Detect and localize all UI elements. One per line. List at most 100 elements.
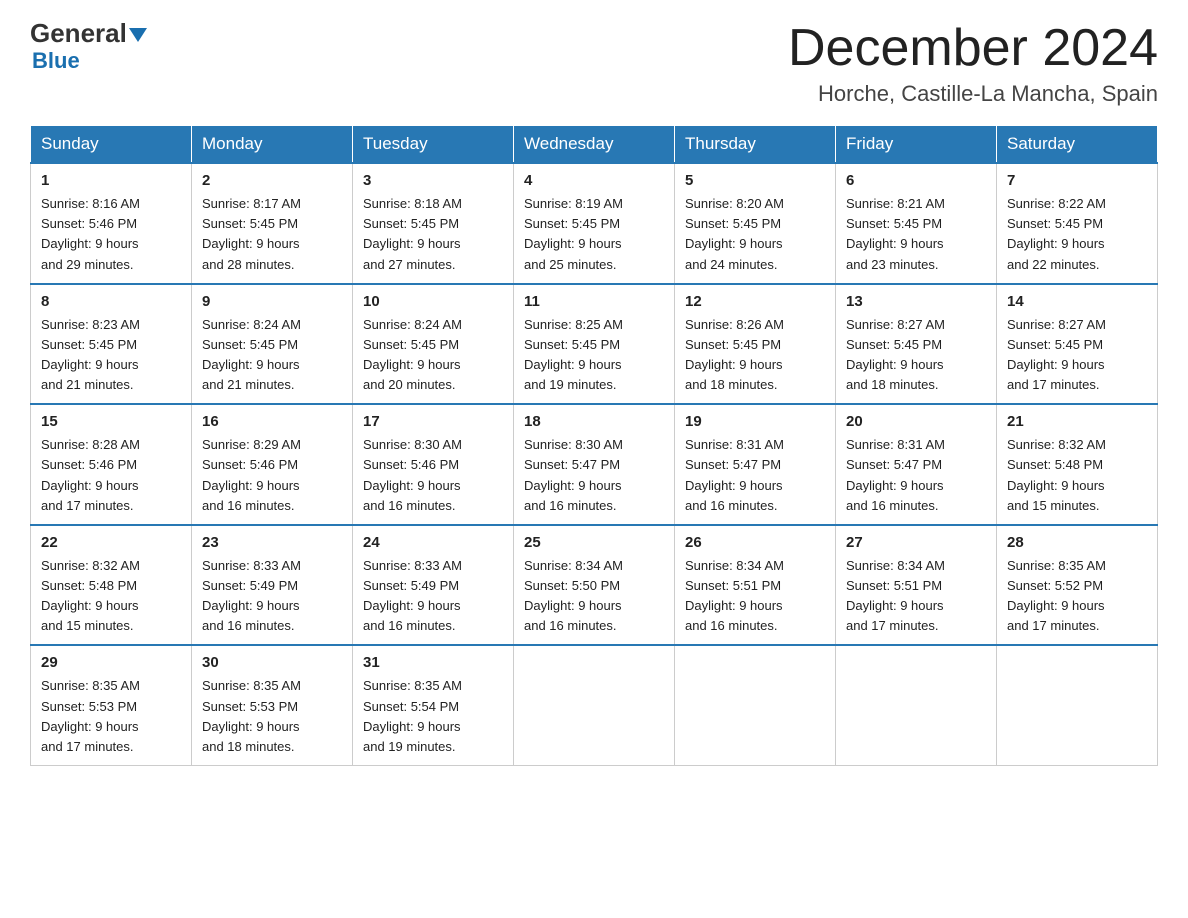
calendar-cell: 25 Sunrise: 8:34 AM Sunset: 5:50 PM Dayl… — [514, 525, 675, 646]
day-info: Sunrise: 8:35 AM Sunset: 5:53 PM Dayligh… — [202, 676, 342, 757]
day-number: 23 — [202, 534, 342, 551]
calendar-cell: 7 Sunrise: 8:22 AM Sunset: 5:45 PM Dayli… — [997, 163, 1158, 284]
day-info: Sunrise: 8:16 AM Sunset: 5:46 PM Dayligh… — [41, 194, 181, 275]
day-info: Sunrise: 8:27 AM Sunset: 5:45 PM Dayligh… — [1007, 315, 1147, 396]
calendar-cell: 24 Sunrise: 8:33 AM Sunset: 5:49 PM Dayl… — [353, 525, 514, 646]
calendar-cell: 20 Sunrise: 8:31 AM Sunset: 5:47 PM Dayl… — [836, 404, 997, 525]
day-number: 7 — [1007, 172, 1147, 189]
day-number: 9 — [202, 293, 342, 310]
day-number: 21 — [1007, 413, 1147, 430]
calendar-cell: 11 Sunrise: 8:25 AM Sunset: 5:45 PM Dayl… — [514, 284, 675, 405]
day-info: Sunrise: 8:21 AM Sunset: 5:45 PM Dayligh… — [846, 194, 986, 275]
calendar-week-row: 1 Sunrise: 8:16 AM Sunset: 5:46 PM Dayli… — [31, 163, 1158, 284]
day-info: Sunrise: 8:24 AM Sunset: 5:45 PM Dayligh… — [202, 315, 342, 396]
calendar-cell: 1 Sunrise: 8:16 AM Sunset: 5:46 PM Dayli… — [31, 163, 192, 284]
day-number: 13 — [846, 293, 986, 310]
col-friday: Friday — [836, 126, 997, 164]
day-number: 20 — [846, 413, 986, 430]
calendar-cell: 12 Sunrise: 8:26 AM Sunset: 5:45 PM Dayl… — [675, 284, 836, 405]
day-info: Sunrise: 8:35 AM Sunset: 5:53 PM Dayligh… — [41, 676, 181, 757]
day-number: 6 — [846, 172, 986, 189]
day-info: Sunrise: 8:30 AM Sunset: 5:47 PM Dayligh… — [524, 435, 664, 516]
calendar-cell: 4 Sunrise: 8:19 AM Sunset: 5:45 PM Dayli… — [514, 163, 675, 284]
title-area: December 2024 Horche, Castille-La Mancha… — [788, 20, 1158, 107]
calendar-cell: 28 Sunrise: 8:35 AM Sunset: 5:52 PM Dayl… — [997, 525, 1158, 646]
location-title: Horche, Castille-La Mancha, Spain — [788, 81, 1158, 107]
calendar-cell: 26 Sunrise: 8:34 AM Sunset: 5:51 PM Dayl… — [675, 525, 836, 646]
calendar-cell: 6 Sunrise: 8:21 AM Sunset: 5:45 PM Dayli… — [836, 163, 997, 284]
calendar-cell: 30 Sunrise: 8:35 AM Sunset: 5:53 PM Dayl… — [192, 645, 353, 765]
calendar-cell: 8 Sunrise: 8:23 AM Sunset: 5:45 PM Dayli… — [31, 284, 192, 405]
logo-text-line2: Blue — [30, 48, 80, 74]
calendar-cell: 13 Sunrise: 8:27 AM Sunset: 5:45 PM Dayl… — [836, 284, 997, 405]
day-info: Sunrise: 8:27 AM Sunset: 5:45 PM Dayligh… — [846, 315, 986, 396]
day-info: Sunrise: 8:18 AM Sunset: 5:45 PM Dayligh… — [363, 194, 503, 275]
day-info: Sunrise: 8:31 AM Sunset: 5:47 PM Dayligh… — [846, 435, 986, 516]
day-info: Sunrise: 8:22 AM Sunset: 5:45 PM Dayligh… — [1007, 194, 1147, 275]
day-number: 22 — [41, 534, 181, 551]
calendar-week-row: 15 Sunrise: 8:28 AM Sunset: 5:46 PM Dayl… — [31, 404, 1158, 525]
calendar-week-row: 8 Sunrise: 8:23 AM Sunset: 5:45 PM Dayli… — [31, 284, 1158, 405]
calendar-cell: 14 Sunrise: 8:27 AM Sunset: 5:45 PM Dayl… — [997, 284, 1158, 405]
month-title: December 2024 — [788, 20, 1158, 77]
day-info: Sunrise: 8:33 AM Sunset: 5:49 PM Dayligh… — [202, 556, 342, 637]
calendar-cell: 29 Sunrise: 8:35 AM Sunset: 5:53 PM Dayl… — [31, 645, 192, 765]
day-number: 5 — [685, 172, 825, 189]
day-info: Sunrise: 8:34 AM Sunset: 5:51 PM Dayligh… — [846, 556, 986, 637]
calendar-cell: 2 Sunrise: 8:17 AM Sunset: 5:45 PM Dayli… — [192, 163, 353, 284]
day-info: Sunrise: 8:32 AM Sunset: 5:48 PM Dayligh… — [41, 556, 181, 637]
day-number: 1 — [41, 172, 181, 189]
day-info: Sunrise: 8:24 AM Sunset: 5:45 PM Dayligh… — [363, 315, 503, 396]
day-info: Sunrise: 8:30 AM Sunset: 5:46 PM Dayligh… — [363, 435, 503, 516]
calendar-cell: 22 Sunrise: 8:32 AM Sunset: 5:48 PM Dayl… — [31, 525, 192, 646]
calendar-week-row: 22 Sunrise: 8:32 AM Sunset: 5:48 PM Dayl… — [31, 525, 1158, 646]
day-number: 14 — [1007, 293, 1147, 310]
calendar-cell: 16 Sunrise: 8:29 AM Sunset: 5:46 PM Dayl… — [192, 404, 353, 525]
day-number: 12 — [685, 293, 825, 310]
day-number: 31 — [363, 654, 503, 671]
day-info: Sunrise: 8:35 AM Sunset: 5:52 PM Dayligh… — [1007, 556, 1147, 637]
day-info: Sunrise: 8:32 AM Sunset: 5:48 PM Dayligh… — [1007, 435, 1147, 516]
day-number: 28 — [1007, 534, 1147, 551]
calendar-cell — [836, 645, 997, 765]
calendar-cell — [514, 645, 675, 765]
day-number: 11 — [524, 293, 664, 310]
col-monday: Monday — [192, 126, 353, 164]
day-number: 2 — [202, 172, 342, 189]
day-number: 24 — [363, 534, 503, 551]
day-number: 10 — [363, 293, 503, 310]
day-info: Sunrise: 8:19 AM Sunset: 5:45 PM Dayligh… — [524, 194, 664, 275]
day-info: Sunrise: 8:28 AM Sunset: 5:46 PM Dayligh… — [41, 435, 181, 516]
day-info: Sunrise: 8:33 AM Sunset: 5:49 PM Dayligh… — [363, 556, 503, 637]
day-info: Sunrise: 8:23 AM Sunset: 5:45 PM Dayligh… — [41, 315, 181, 396]
col-saturday: Saturday — [997, 126, 1158, 164]
day-header-row: Sunday Monday Tuesday Wednesday Thursday… — [31, 126, 1158, 164]
calendar-cell: 27 Sunrise: 8:34 AM Sunset: 5:51 PM Dayl… — [836, 525, 997, 646]
day-number: 18 — [524, 413, 664, 430]
logo-text-line1: General — [30, 20, 147, 46]
day-number: 16 — [202, 413, 342, 430]
day-info: Sunrise: 8:34 AM Sunset: 5:51 PM Dayligh… — [685, 556, 825, 637]
calendar-cell: 21 Sunrise: 8:32 AM Sunset: 5:48 PM Dayl… — [997, 404, 1158, 525]
col-thursday: Thursday — [675, 126, 836, 164]
day-number: 30 — [202, 654, 342, 671]
calendar-cell: 17 Sunrise: 8:30 AM Sunset: 5:46 PM Dayl… — [353, 404, 514, 525]
day-number: 17 — [363, 413, 503, 430]
day-number: 4 — [524, 172, 664, 189]
page-header: General Blue December 2024 Horche, Casti… — [30, 20, 1158, 107]
day-info: Sunrise: 8:31 AM Sunset: 5:47 PM Dayligh… — [685, 435, 825, 516]
calendar-table: Sunday Monday Tuesday Wednesday Thursday… — [30, 125, 1158, 766]
calendar-week-row: 29 Sunrise: 8:35 AM Sunset: 5:53 PM Dayl… — [31, 645, 1158, 765]
calendar-cell: 3 Sunrise: 8:18 AM Sunset: 5:45 PM Dayli… — [353, 163, 514, 284]
day-info: Sunrise: 8:25 AM Sunset: 5:45 PM Dayligh… — [524, 315, 664, 396]
calendar-cell: 10 Sunrise: 8:24 AM Sunset: 5:45 PM Dayl… — [353, 284, 514, 405]
day-number: 27 — [846, 534, 986, 551]
col-tuesday: Tuesday — [353, 126, 514, 164]
day-info: Sunrise: 8:34 AM Sunset: 5:50 PM Dayligh… — [524, 556, 664, 637]
calendar-cell: 9 Sunrise: 8:24 AM Sunset: 5:45 PM Dayli… — [192, 284, 353, 405]
day-info: Sunrise: 8:29 AM Sunset: 5:46 PM Dayligh… — [202, 435, 342, 516]
day-info: Sunrise: 8:26 AM Sunset: 5:45 PM Dayligh… — [685, 315, 825, 396]
calendar-cell: 19 Sunrise: 8:31 AM Sunset: 5:47 PM Dayl… — [675, 404, 836, 525]
day-number: 15 — [41, 413, 181, 430]
col-sunday: Sunday — [31, 126, 192, 164]
